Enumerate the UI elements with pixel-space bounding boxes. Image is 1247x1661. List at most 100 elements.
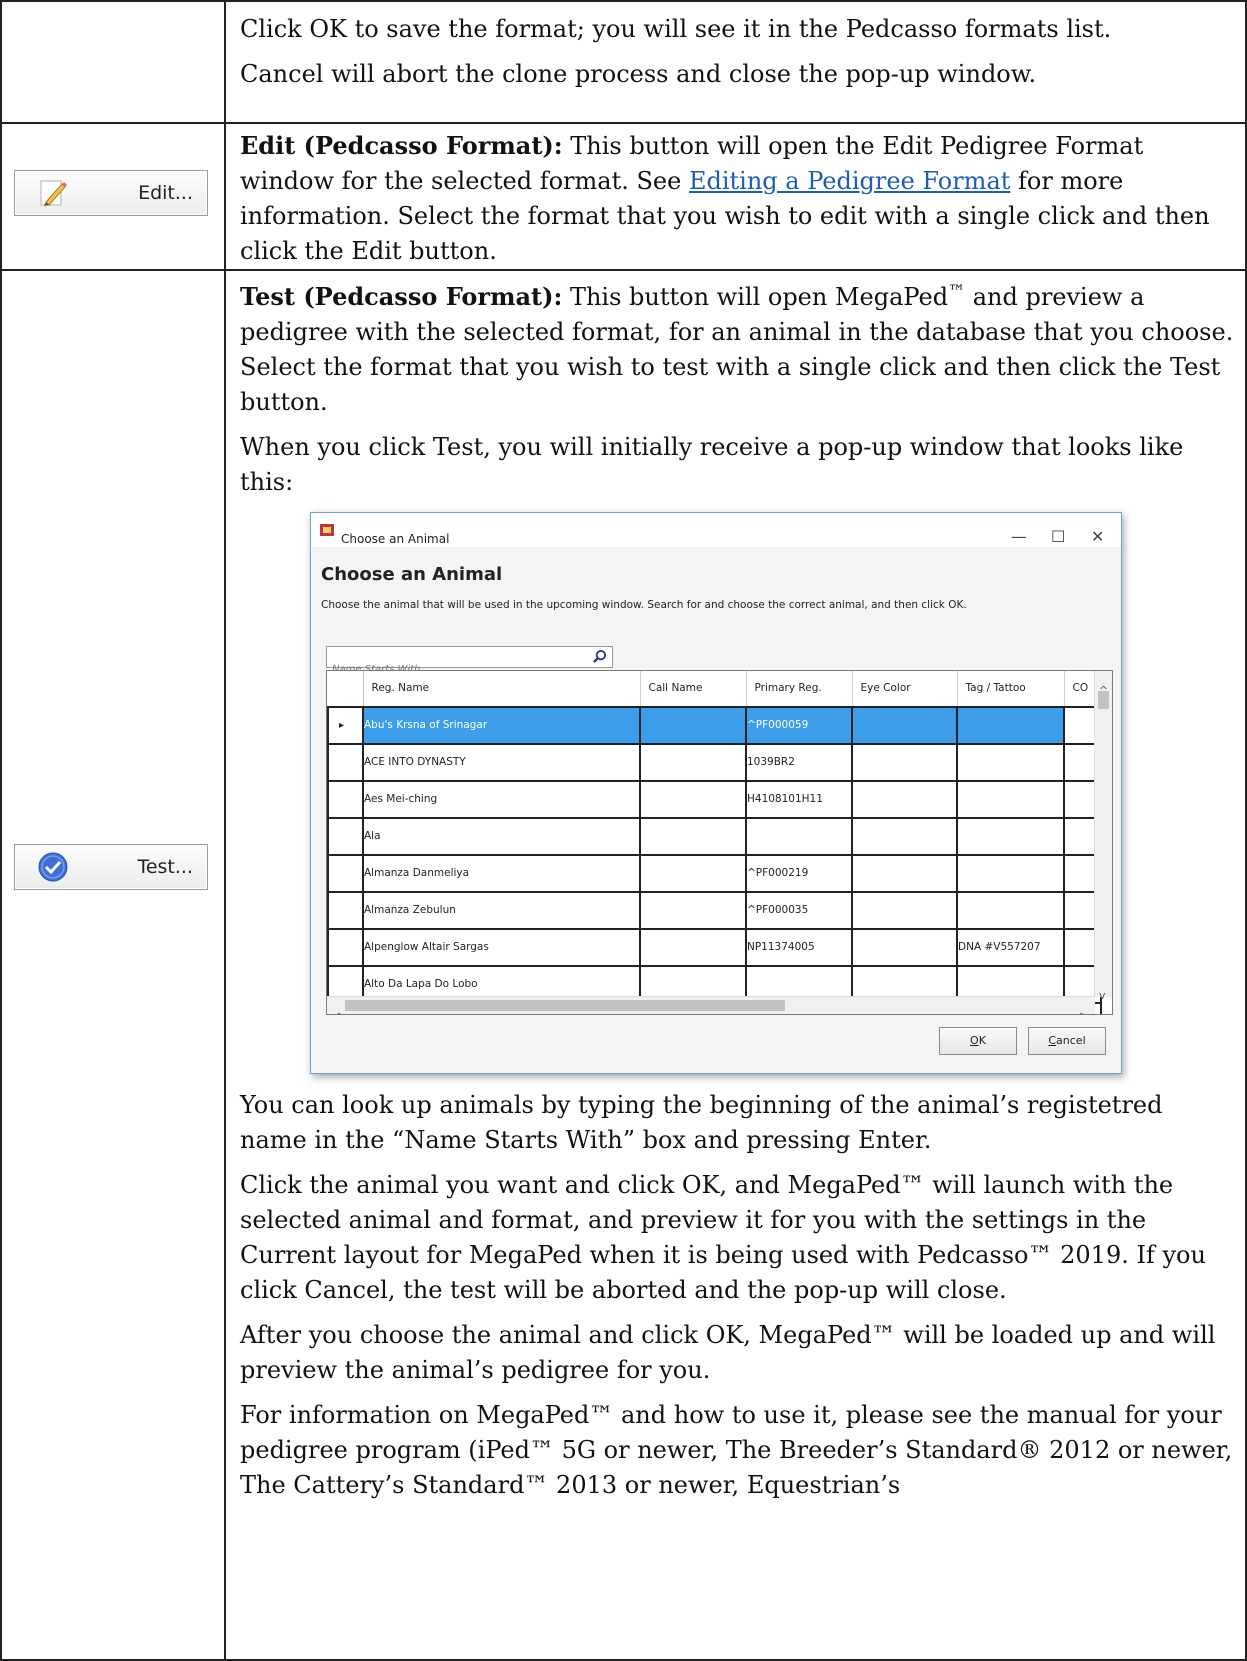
grid-cell-reg[interactable]: NP11374005 — [745, 928, 853, 967]
grid-cell-name[interactable]: Ala — [362, 817, 641, 856]
grid-cell-name[interactable]: ACE INTO DYNASTY — [362, 743, 641, 782]
ok-button[interactable]: OK — [939, 1027, 1017, 1055]
horizontal-scrollbar[interactable]: < > — [327, 996, 1095, 1014]
grid-cell-eye[interactable] — [851, 854, 958, 893]
paragraph: When you click Test, you will initially … — [240, 433, 1184, 496]
row-header[interactable] — [327, 891, 364, 930]
table-row[interactable]: Alpenglow Altair Sargas NP11374005 DNA #V5… — [327, 928, 1102, 967]
button-reference-table: Click OK to save the format; you will se… — [0, 0, 1247, 1661]
row-header[interactable] — [327, 854, 364, 893]
table-row[interactable]: ACE INTO DYNASTY 1039BR2 — [327, 743, 1102, 782]
grid-cell-tag[interactable] — [956, 780, 1065, 819]
edit-button-label: Edit... — [138, 182, 193, 204]
grid-cell-eye[interactable] — [851, 928, 958, 967]
test-button-label: Test... — [137, 856, 193, 878]
minimize-button[interactable]: — — [1011, 519, 1027, 554]
paragraph: Cancel will abort the clone process and … — [240, 60, 1037, 88]
scroll-left-icon[interactable]: < — [332, 998, 341, 1014]
scroll-thumb[interactable] — [1098, 691, 1109, 709]
grid-cell-tag[interactable] — [956, 743, 1065, 782]
table-row: Test... Test (Pedcasso Format): This but… — [0, 269, 1247, 1661]
grid-cell-eye[interactable] — [851, 891, 958, 930]
column-header-tag-tattoo[interactable]: Tag / Tattoo — [957, 671, 1065, 708]
left-cell-edit: Edit... — [0, 122, 226, 271]
grid-body: ▸ Abu's Krsna of Srinagar ^PF000059 ACE INT… — [327, 706, 1102, 1014]
column-header-call-name[interactable]: Call Name — [640, 671, 747, 708]
grid-cell-tag[interactable]: DNA #V557207 — [956, 928, 1065, 967]
row-header[interactable] — [327, 817, 364, 856]
table-row[interactable]: Almanza Danmeliya ^PF000219 — [327, 854, 1102, 893]
grid-cell-name[interactable]: Abu's Krsna of Srinagar — [362, 706, 641, 745]
editing-format-link[interactable]: Editing a Pedigree Format — [689, 167, 1010, 195]
dialog-titlebar: Choose an Animal — ☐ ✕ — [311, 513, 1121, 547]
cancel-button[interactable]: Cancel — [1028, 1027, 1106, 1055]
grid-cell-tag[interactable] — [956, 706, 1065, 745]
dialog-window-title: Choose an Animal — [341, 532, 450, 546]
column-header-reg-name[interactable]: Reg. Name — [363, 671, 641, 708]
scroll-down-icon[interactable]: v — [1099, 978, 1106, 1013]
search-icon[interactable] — [592, 649, 607, 664]
choose-animal-dialog: Choose an Animal — ☐ ✕ Choose an Animal … — [310, 512, 1122, 1074]
checkmark-circle-icon — [38, 852, 68, 882]
grid-cell-reg[interactable] — [745, 817, 853, 856]
paragraph: Click OK to save the format; you will se… — [240, 15, 1112, 43]
grid-cell-call[interactable] — [639, 928, 747, 967]
trademark-symbol: ™ — [948, 282, 966, 302]
grid-cell-reg[interactable]: ^PF000219 — [745, 854, 853, 893]
dialog-description: Choose the animal that will be used in t… — [321, 599, 967, 611]
grid-cell-name[interactable]: Almanza Danmeliya — [362, 854, 641, 893]
scroll-right-icon[interactable]: > — [1079, 998, 1088, 1014]
table-row[interactable]: Aes Mei-ching H4108101H11 — [327, 780, 1102, 819]
cancel-button-accesskey: C — [1048, 1034, 1057, 1047]
grid-cell-name[interactable]: Alpenglow Altair Sargas — [362, 928, 641, 967]
row-header[interactable] — [327, 780, 364, 819]
column-header-eye-color[interactable]: Eye Color — [852, 671, 958, 708]
grid-cell-tag[interactable] — [956, 891, 1065, 930]
grid-cell-call[interactable] — [639, 891, 747, 930]
maximize-button[interactable]: ☐ — [1051, 519, 1065, 554]
table-row[interactable]: ▸ Abu's Krsna of Srinagar ^PF000059 — [327, 706, 1102, 745]
grid-cell-eye[interactable] — [851, 706, 958, 745]
row-header[interactable] — [327, 928, 364, 967]
animal-table: Reg. Name Call Name Primary Reg. Eye Col… — [327, 671, 1102, 1014]
row-header[interactable] — [327, 743, 364, 782]
app-icon — [320, 524, 334, 536]
grid-cell-name[interactable]: Aes Mei-ching — [362, 780, 641, 819]
grid-cell-eye[interactable] — [851, 817, 958, 856]
test-button[interactable]: Test... — [14, 844, 208, 890]
table-row[interactable]: Almanza Zebulun ^PF000035 — [327, 891, 1102, 930]
cancel-button-label: ancel — [1056, 1034, 1086, 1047]
document-page: Click OK to save the format; you will se… — [0, 0, 1247, 1661]
paragraph: Click the animal you want and click OK, … — [240, 1171, 1206, 1304]
grid-header-row: Reg. Name Call Name Primary Reg. Eye Col… — [328, 671, 1102, 708]
grid-cell-call[interactable] — [639, 817, 747, 856]
grid-cell-call[interactable] — [639, 780, 747, 819]
grid-cell-eye[interactable] — [851, 780, 958, 819]
table-row[interactable]: Ala — [327, 817, 1102, 856]
grid-cell-reg[interactable]: 1039BR2 — [745, 743, 853, 782]
close-button[interactable]: ✕ — [1091, 519, 1104, 554]
current-row-icon: ▸ — [339, 720, 345, 731]
edit-button[interactable]: Edit... — [14, 170, 208, 216]
scroll-thumb[interactable] — [345, 1000, 785, 1011]
paragraph: Test (Pedcasso Format): This button will… — [240, 275, 1235, 420]
vertical-scrollbar[interactable]: ^ v — [1094, 671, 1112, 1002]
grid-cell-reg[interactable]: ^PF000059 — [745, 706, 853, 745]
grid-cell-tag[interactable] — [956, 817, 1065, 856]
grid-cell-call[interactable] — [639, 743, 747, 782]
grid-cell-name[interactable]: Almanza Zebulun — [362, 891, 641, 930]
grid-cell-call[interactable] — [639, 706, 747, 745]
grid-cell-call[interactable] — [639, 854, 747, 893]
grid-cell-tag[interactable] — [956, 854, 1065, 893]
ok-button-label: K — [978, 1034, 986, 1047]
ok-button-accesskey: O — [970, 1034, 979, 1047]
body-text: This button will open MegaPed — [562, 283, 949, 311]
animal-grid: Reg. Name Call Name Primary Reg. Eye Col… — [326, 670, 1113, 1015]
pencil-icon — [40, 180, 67, 206]
grid-cell-reg[interactable]: ^PF000035 — [745, 891, 853, 930]
grid-cell-eye[interactable] — [851, 743, 958, 782]
row-header[interactable]: ▸ — [327, 706, 364, 745]
grid-cell-reg[interactable]: H4108101H11 — [745, 780, 853, 819]
right-cell: Test (Pedcasso Format): This button will… — [224, 269, 1247, 1661]
column-header-primary-reg[interactable]: Primary Reg. — [746, 671, 853, 708]
